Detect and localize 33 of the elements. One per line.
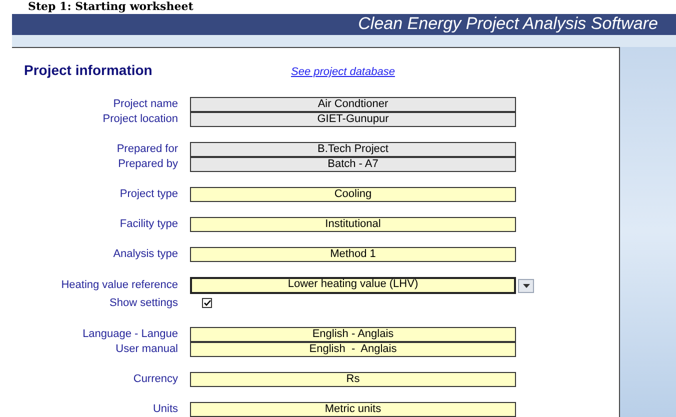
input-field[interactable]: Metric units xyxy=(190,402,516,417)
input-field[interactable]: Cooling xyxy=(190,187,516,202)
field-label: Analysis type xyxy=(112,248,179,261)
field-label: Units xyxy=(152,403,179,416)
input-field[interactable]: Rs xyxy=(190,372,516,387)
field-label: Project location xyxy=(102,113,179,126)
field-label: Show settings xyxy=(108,296,179,310)
field-label: Heating value reference xyxy=(60,279,179,292)
field-label: Currency xyxy=(132,373,179,386)
field-label: Project name xyxy=(112,98,179,111)
field-label: Project type xyxy=(118,188,179,201)
check-icon xyxy=(204,300,210,306)
field-label: Language - Langue xyxy=(82,328,179,341)
text-field[interactable]: Air Condtioner xyxy=(190,97,516,112)
text-field[interactable]: Batch - A7 xyxy=(190,157,516,172)
input-field[interactable]: English - Anglais xyxy=(190,327,516,342)
dropdown-field[interactable]: Lower heating value (LHV) xyxy=(190,277,516,294)
page-heading: Step 1: Starting worksheet xyxy=(28,0,194,14)
field-label: Facility type xyxy=(118,218,179,231)
caret-icon xyxy=(522,284,530,288)
field-label: User manual xyxy=(114,343,179,356)
input-field[interactable]: Institutional xyxy=(190,217,516,232)
project-database-link[interactable]: See project database xyxy=(291,64,395,80)
text-field[interactable]: GIET-Gunupur xyxy=(190,112,516,127)
section-title: Project information xyxy=(24,61,154,80)
text-field[interactable]: B.Tech Project xyxy=(190,142,516,157)
field-label: Prepared by xyxy=(117,158,179,171)
input-field[interactable]: English - Anglais xyxy=(190,342,516,357)
dropdown-button[interactable] xyxy=(518,278,534,292)
banner-title: Clean Energy Project Analysis Software xyxy=(358,14,658,34)
checkbox[interactable] xyxy=(202,298,212,308)
field-label: Prepared for xyxy=(116,143,179,156)
input-field[interactable]: Method 1 xyxy=(190,247,516,262)
